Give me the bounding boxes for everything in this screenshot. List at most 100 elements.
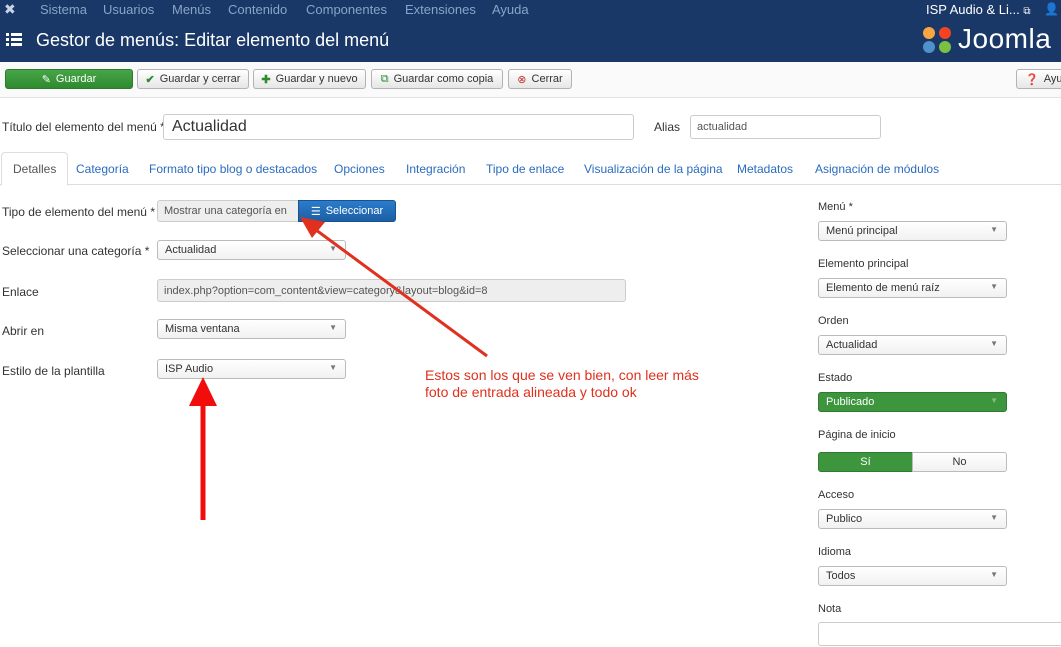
chevron-down-icon: ▼ <box>329 323 337 332</box>
arrow-to-template-style <box>189 377 217 520</box>
save-new-button[interactable]: ✚ Guardar y nuevo <box>253 69 366 89</box>
check-icon: ✔ <box>145 73 155 86</box>
save-label: Guardar <box>55 73 97 85</box>
tab-opciones[interactable]: Opciones <box>334 152 385 185</box>
chevron-down-icon: ▼ <box>329 363 337 372</box>
link-field: index.php?option=com_content&view=catego… <box>157 279 626 302</box>
tab-tipo-enlace[interactable]: Tipo de enlace <box>486 152 564 185</box>
order-value: Actualidad <box>826 339 878 351</box>
annotation-text: Estos son los que se ven bien, con leer … <box>425 367 745 401</box>
access-select[interactable]: Publico ▼ <box>818 509 1007 529</box>
brand-text: Joomla <box>958 23 1052 54</box>
menu-value: Menú principal <box>826 225 898 237</box>
tab-metadatos[interactable]: Metadatos <box>737 152 793 185</box>
menu-select[interactable]: Menú principal ▼ <box>818 221 1007 241</box>
home-label: Página de inicio <box>818 429 896 441</box>
tab-categoria[interactable]: Categoría <box>76 152 129 185</box>
tab-asignacion-modulos[interactable]: Asignación de módulos <box>815 152 939 185</box>
menu-label: Menú * <box>818 201 853 213</box>
page-title: Gestor de menús: Editar elemento del men… <box>36 30 390 50</box>
menu-sistema[interactable]: Sistema <box>40 2 87 17</box>
site-link-label: ISP Audio & Li... <box>926 2 1020 17</box>
chevron-down-icon: ▼ <box>329 244 337 253</box>
cancel-icon: ⊗ <box>517 73 527 86</box>
alias-label: Alias <box>654 120 681 134</box>
home-no-toggle[interactable]: No <box>912 452 1007 472</box>
list-menu-icon <box>6 32 22 48</box>
edit-icon: ✎ <box>41 73 51 86</box>
annotation-line-2: foto de entrada alineada y todo ok <box>425 384 637 400</box>
status-value: Publicado <box>826 396 875 408</box>
open-in-label: Abrir en <box>2 324 45 338</box>
access-label: Acceso <box>818 489 855 501</box>
template-style-select[interactable]: ISP Audio ▼ <box>157 359 346 379</box>
order-label: Orden <box>818 315 849 327</box>
parent-value: Elemento de menú raíz <box>826 282 940 294</box>
annotation-line-1: Estos son los que se ven bien, con leer … <box>425 367 699 383</box>
open-in-value: Misma ventana <box>165 323 240 335</box>
chevron-down-icon: ▼ <box>990 225 998 234</box>
chevron-down-icon: ▼ <box>990 282 998 291</box>
menu-componentes[interactable]: Componentes <box>306 2 387 17</box>
category-select[interactable]: Actualidad ▼ <box>157 240 346 260</box>
save-new-label: Guardar y nuevo <box>275 73 358 85</box>
menu-extensiones[interactable]: Extensiones <box>405 2 476 17</box>
parent-select[interactable]: Elemento de menú raíz ▼ <box>818 278 1007 298</box>
plus-icon: ✚ <box>261 73 271 86</box>
save-button[interactable]: ✎ Guardar <box>5 69 133 89</box>
tab-detalles[interactable]: Detalles <box>1 152 69 186</box>
tab-blog-format[interactable]: Formato tipo blog o destacados <box>149 152 317 185</box>
order-select[interactable]: Actualidad ▼ <box>818 335 1007 355</box>
status-select[interactable]: Publicado ▼ <box>818 392 1007 412</box>
home-yes-toggle[interactable]: Sí <box>818 452 913 472</box>
open-in-select[interactable]: Misma ventana ▼ <box>157 319 346 339</box>
parent-label: Elemento principal <box>818 258 909 270</box>
language-select[interactable]: Todos ▼ <box>818 566 1007 586</box>
chevron-down-icon: ▼ <box>990 339 998 348</box>
site-link[interactable]: ISP Audio & Li... ⧉ <box>926 2 1030 17</box>
joomla-brand-icon <box>923 27 951 53</box>
menu-item-type-label: Tipo de elemento del menú * <box>2 205 155 219</box>
admin-menu-bar: ✖ Sistema Usuarios Menús Contenido Compo… <box>0 0 1061 19</box>
menu-ayuda[interactable]: Ayuda <box>492 2 529 17</box>
save-copy-button[interactable]: ⧉ Guardar como copia <box>371 69 503 89</box>
title-bar: Gestor de menús: Editar elemento del men… <box>0 19 1061 62</box>
close-label: Cerrar <box>531 73 563 85</box>
help-button[interactable]: ❓ Ayu <box>1016 69 1061 89</box>
menu-menus[interactable]: Menús <box>172 2 211 17</box>
menu-usuarios[interactable]: Usuarios <box>103 2 154 17</box>
save-copy-label: Guardar como copia <box>393 73 494 85</box>
category-value: Actualidad <box>165 244 217 256</box>
title-input[interactable]: Actualidad <box>163 114 634 140</box>
user-icon[interactable]: 👤 <box>1044 2 1059 16</box>
question-icon: ❓ <box>1025 73 1039 86</box>
close-button[interactable]: ⊗ Cerrar <box>508 69 572 89</box>
title-label: Título del elemento del menú * <box>2 120 165 134</box>
note-label: Nota <box>818 603 842 615</box>
save-close-button[interactable]: ✔ Guardar y cerrar <box>137 69 249 89</box>
select-type-label: Seleccionar <box>325 205 384 217</box>
menu-contenido[interactable]: Contenido <box>228 2 287 17</box>
copy-icon: ⧉ <box>380 72 389 85</box>
save-close-label: Guardar y cerrar <box>159 73 241 85</box>
alias-input[interactable]: actualidad <box>690 115 881 139</box>
toolbar: ✎ Guardar ✔ Guardar y cerrar ✚ Guardar y nu… <box>0 62 1061 98</box>
language-value: Todos <box>826 570 856 582</box>
link-label: Enlace <box>2 285 39 299</box>
external-link-icon: ⧉ <box>1023 6 1031 17</box>
chevron-down-icon: ▼ <box>990 570 998 579</box>
template-style-label: Estilo de la plantilla <box>2 364 105 378</box>
select-type-button[interactable]: ☰ Seleccionar <box>298 200 396 222</box>
list-icon: ☰ <box>310 205 321 218</box>
template-style-value: ISP Audio <box>165 363 214 375</box>
chevron-down-icon: ▼ <box>990 396 998 405</box>
tab-visualizacion[interactable]: Visualización de la página <box>584 152 723 185</box>
access-value: Publico <box>826 513 863 525</box>
status-label: Estado <box>818 372 853 384</box>
tab-integracion[interactable]: Integración <box>406 152 465 185</box>
note-input[interactable] <box>818 622 1061 646</box>
tab-bar: Detalles Categoría Formato tipo blog o d… <box>0 152 1061 186</box>
joomla-logo-icon[interactable]: ✖ <box>4 1 20 17</box>
help-label: Ayu <box>1043 73 1061 85</box>
menu-item-type-field: Mostrar una categoría en <box>157 200 299 222</box>
